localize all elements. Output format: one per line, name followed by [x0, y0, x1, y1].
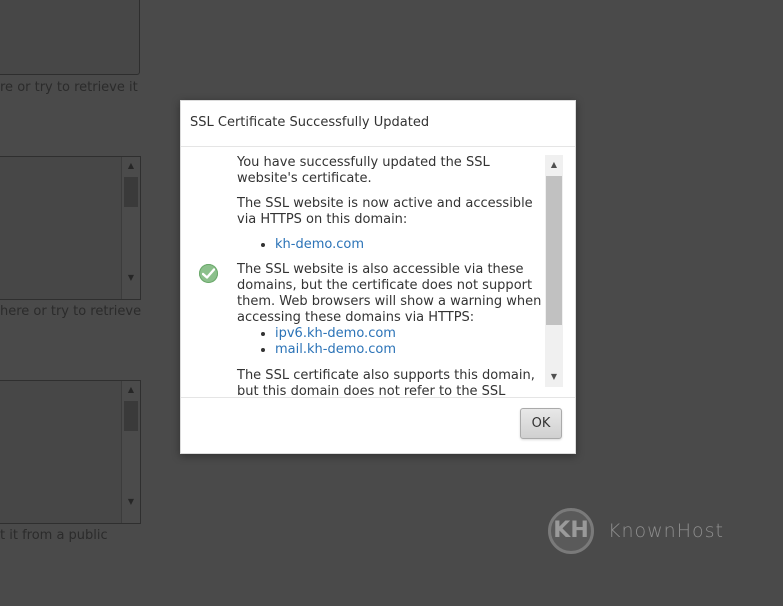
bg-help-text-1: re or try to retrieve it — [0, 80, 138, 95]
scroll-up-icon[interactable]: ▲ — [545, 157, 563, 173]
dialog-message: You have successfully updated the SSL we… — [237, 155, 543, 398]
list-item: ipv6.kh-demo.com — [275, 326, 543, 342]
message-paragraph: The SSL website is also accessible via t… — [237, 262, 542, 325]
check-circle-icon — [199, 264, 218, 283]
scrollbar-thumb[interactable] — [546, 176, 562, 325]
primary-domain-list: kh-demo.com — [237, 237, 543, 253]
bg-scrollbar: ▲ ▼ — [121, 381, 140, 523]
ok-button[interactable]: OK — [520, 408, 562, 439]
bg-textarea-1: ▲ ▼ — [0, 156, 141, 300]
dialog-title: SSL Certificate Successfully Updated — [190, 115, 430, 130]
knownhost-logo-icon: KH — [548, 508, 594, 554]
message-paragraph: The SSL website is now active and access… — [237, 196, 533, 227]
ssl-success-dialog: SSL Certificate Successfully Updated You… — [180, 100, 576, 454]
bg-help-text-2: here or try to retrieve — [0, 304, 142, 319]
bg-scrollbar: ▲ ▼ — [121, 157, 140, 299]
dialog-scrollbar[interactable]: ▲ ▼ — [545, 155, 563, 387]
domain-link[interactable]: kh-demo.com — [275, 237, 364, 252]
scroll-down-icon[interactable]: ▼ — [545, 369, 563, 385]
dialog-footer: OK — [181, 398, 575, 453]
domain-link[interactable]: ipv6.kh-demo.com — [275, 326, 396, 341]
unsupported-domain-list: ipv6.kh-demo.com mail.kh-demo.com — [237, 326, 543, 358]
knownhost-watermark: KH KnownHost — [548, 508, 748, 558]
bg-textarea-2: ▲ ▼ — [0, 380, 141, 524]
dialog-header: SSL Certificate Successfully Updated — [181, 101, 575, 147]
brand-name: KnownHost — [608, 520, 724, 542]
domain-link[interactable]: mail.kh-demo.com — [275, 342, 396, 357]
message-paragraph: The SSL certificate also supports this d… — [237, 368, 535, 398]
list-item: mail.kh-demo.com — [275, 342, 543, 358]
bg-help-text-3: t it from a public — [0, 528, 108, 543]
message-paragraph: You have successfully updated the SSL we… — [237, 155, 490, 186]
bg-input-box — [0, 0, 140, 75]
dialog-body: You have successfully updated the SSL we… — [181, 147, 575, 398]
list-item: kh-demo.com — [275, 237, 543, 253]
